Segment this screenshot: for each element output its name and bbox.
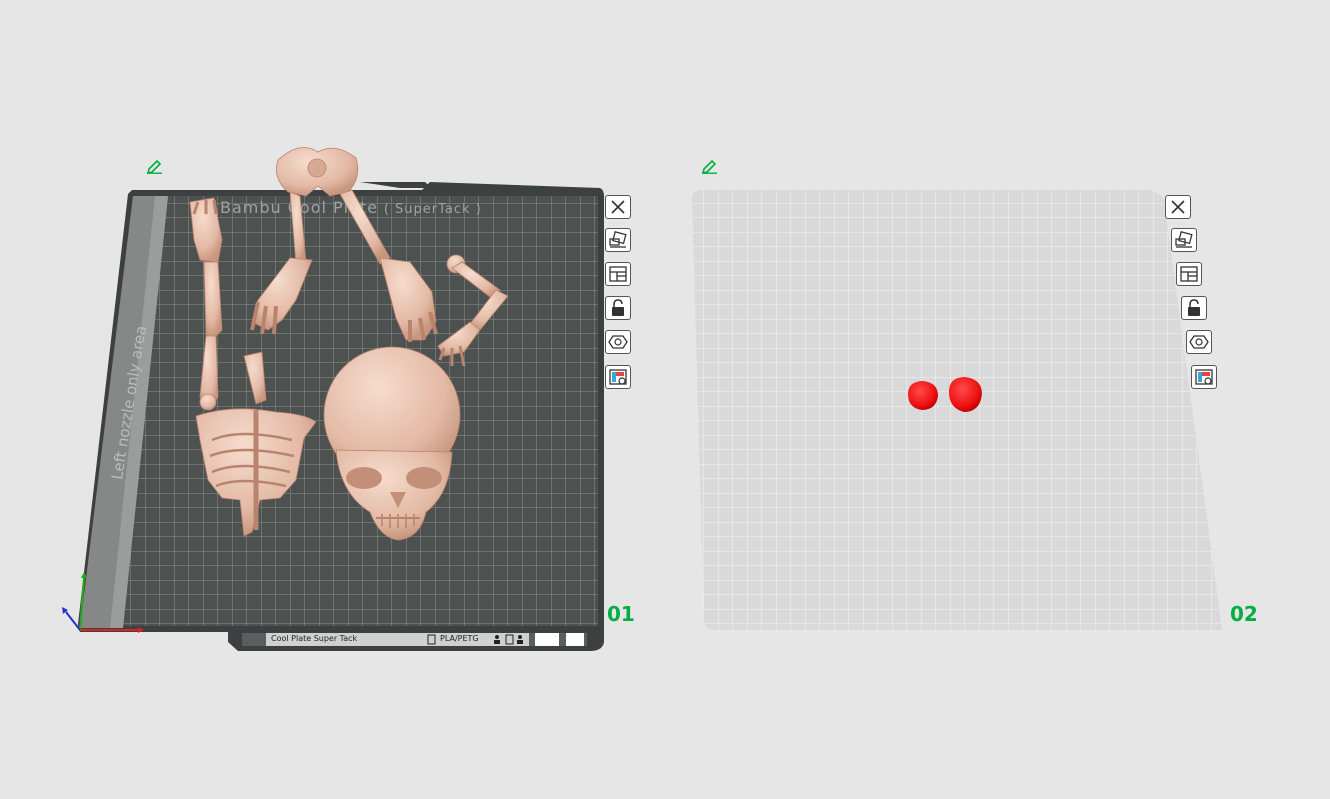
skeleton-arm-hand[interactable] (437, 254, 509, 367)
lock-plate-button[interactable] (1181, 296, 1207, 320)
plate-02-models (908, 377, 982, 412)
skeleton-pelvis-legs[interactable] (250, 147, 438, 343)
close-icon (611, 200, 625, 214)
arrange-icon (609, 231, 627, 248)
red-object-2[interactable] (949, 377, 982, 412)
lock-plate-button[interactable] (605, 296, 631, 320)
close-plate-button[interactable] (1165, 195, 1191, 219)
hexagon-orient-icon (608, 335, 628, 349)
lock-icon (612, 299, 624, 316)
arrange-icon (1175, 231, 1193, 248)
plate-number-label: 01 (607, 602, 635, 626)
skeleton-skull[interactable] (323, 346, 461, 541)
axis-gizmo (62, 572, 144, 633)
auto-orient-plate-button[interactable] (1186, 330, 1212, 354)
plate-settings-button[interactable] (1191, 365, 1217, 389)
red-object-1[interactable] (908, 381, 938, 410)
layout-icon (609, 266, 627, 282)
layout-plate-button[interactable] (605, 262, 631, 286)
layout-plate-button[interactable] (1176, 262, 1202, 286)
arrange-plate-button[interactable] (605, 228, 631, 252)
hexagon-orient-icon (1189, 335, 1209, 349)
close-icon (1171, 200, 1185, 214)
plate-settings-icon (1195, 369, 1213, 385)
plate-02[interactable]: 02 (660, 0, 1330, 799)
arrange-plate-button[interactable] (1171, 228, 1197, 252)
plate-number-label: 02 (1230, 602, 1258, 626)
lock-icon (1188, 299, 1200, 316)
close-plate-button[interactable] (605, 195, 631, 219)
layout-icon (1180, 266, 1198, 282)
skeleton-leg-foot[interactable] (189, 197, 223, 411)
plate-01[interactable]: Bambu Cool Plate ( SuperTack ) Left nozz… (0, 0, 660, 799)
plate-settings-button[interactable] (605, 365, 631, 389)
plate-settings-icon (609, 369, 627, 385)
auto-orient-plate-button[interactable] (605, 330, 631, 354)
